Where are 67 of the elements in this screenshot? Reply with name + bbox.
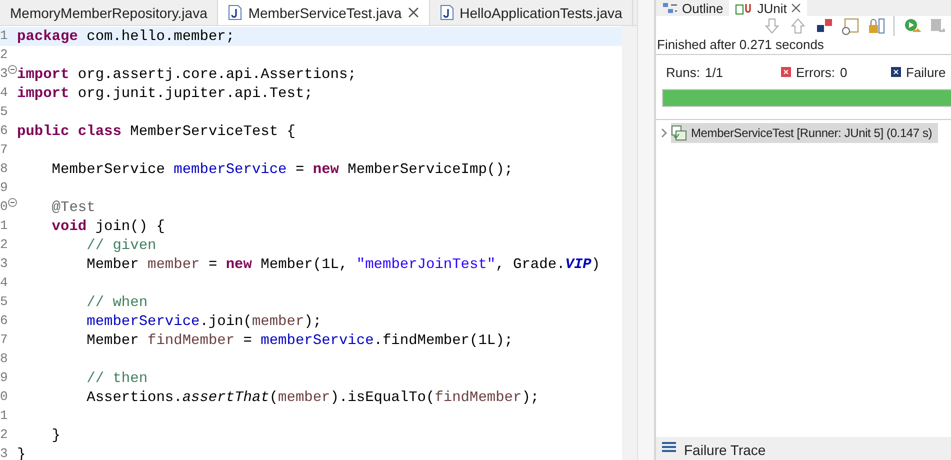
line-number: 6 bbox=[0, 313, 8, 328]
code-line: package com.hello.member; bbox=[17, 28, 235, 44]
code-line: memberService.join(member); bbox=[86, 314, 322, 330]
code-line: Assertions.assertThat(member).isEqualTo(findMember); bbox=[86, 390, 540, 406]
line-number: 1 bbox=[0, 218, 8, 233]
line-number: 7 bbox=[0, 332, 8, 347]
editor-tab[interactable]: MemberServiceTest.java bbox=[218, 0, 430, 25]
lock-icon[interactable] bbox=[867, 17, 885, 35]
line-number: 1 bbox=[0, 28, 8, 43]
collapse-icon[interactable] bbox=[8, 198, 17, 207]
line-number: 0 bbox=[0, 389, 8, 404]
toolbar-separator bbox=[893, 16, 895, 36]
down-arrow-icon[interactable] bbox=[763, 17, 781, 35]
close-icon[interactable] bbox=[408, 7, 419, 18]
line-number: 5 bbox=[0, 294, 8, 309]
code-line: // when bbox=[86, 294, 148, 310]
code-line: @Test bbox=[50, 200, 96, 216]
status-text: Finished after 0.271 seconds bbox=[656, 36, 951, 55]
line-number: 9 bbox=[0, 180, 8, 195]
line-number: 3 bbox=[0, 256, 8, 271]
tree-item[interactable]: MemberServiceTest [Runner: JUnit 5] (0.147 s) bbox=[671, 123, 938, 143]
line-number: 8 bbox=[0, 161, 8, 176]
code-line: import org.assertj.core.api.Assertions; bbox=[17, 66, 356, 82]
chevron-icon[interactable] bbox=[659, 128, 669, 138]
counter-value: 0 bbox=[840, 64, 848, 80]
view-tab[interactable]: Outline bbox=[656, 0, 730, 16]
line-number: 5 bbox=[0, 104, 8, 119]
counter-label: Errors: bbox=[796, 64, 835, 80]
outline-icon bbox=[662, 1, 678, 15]
code-line: void join() { bbox=[50, 218, 165, 234]
line-number: 2 bbox=[0, 237, 8, 252]
line-number: 9 bbox=[0, 370, 8, 385]
stack-icon bbox=[662, 442, 676, 452]
test-suite-icon bbox=[671, 125, 687, 141]
panel-title: Failure Trace bbox=[684, 442, 766, 458]
line-number: 4 bbox=[0, 275, 8, 290]
line-number: 7 bbox=[0, 142, 8, 157]
line-number: 0 bbox=[0, 199, 8, 214]
line-number: 2 bbox=[0, 427, 8, 442]
line-number: 1 bbox=[0, 408, 8, 423]
failure-icon bbox=[891, 67, 901, 77]
counter-value: 1/1 bbox=[704, 64, 724, 80]
counter-label: Runs: bbox=[666, 64, 700, 80]
code-line: // given bbox=[86, 238, 156, 254]
code-line: // then bbox=[86, 370, 148, 386]
collapse-icon[interactable] bbox=[8, 65, 17, 74]
line-number: 3 bbox=[0, 446, 8, 460]
line-number: 6 bbox=[0, 123, 8, 138]
java-file-icon bbox=[440, 5, 454, 20]
line-number: 3 bbox=[0, 66, 8, 81]
line-number: 2 bbox=[0, 47, 8, 62]
code-line: } bbox=[50, 428, 61, 444]
close-icon[interactable] bbox=[790, 3, 801, 13]
java-file-icon bbox=[228, 5, 242, 20]
error-icon bbox=[781, 67, 791, 77]
rerun-icon[interactable] bbox=[903, 17, 921, 35]
code-line: import org.junit.jupiter.api.Test; bbox=[17, 86, 313, 102]
line-number: 4 bbox=[0, 85, 8, 100]
code-line: public class MemberServiceTest { bbox=[17, 124, 296, 140]
editor-tab[interactable]: HelloApplicationTests.java bbox=[430, 0, 634, 25]
line-number: 8 bbox=[0, 351, 8, 366]
counter-label: Failure bbox=[906, 64, 946, 80]
scrollbar[interactable] bbox=[622, 26, 637, 460]
code-line: Member findMember = memberService.findMember(1L); bbox=[86, 332, 514, 348]
code-line: Member member = new Member(1L, "memberJoinTest", Grade.VIP) bbox=[86, 256, 600, 272]
view-tab[interactable]: JUnit bbox=[729, 0, 807, 16]
code-line: MemberService memberService = new MemberServiceImp(); bbox=[50, 162, 514, 178]
